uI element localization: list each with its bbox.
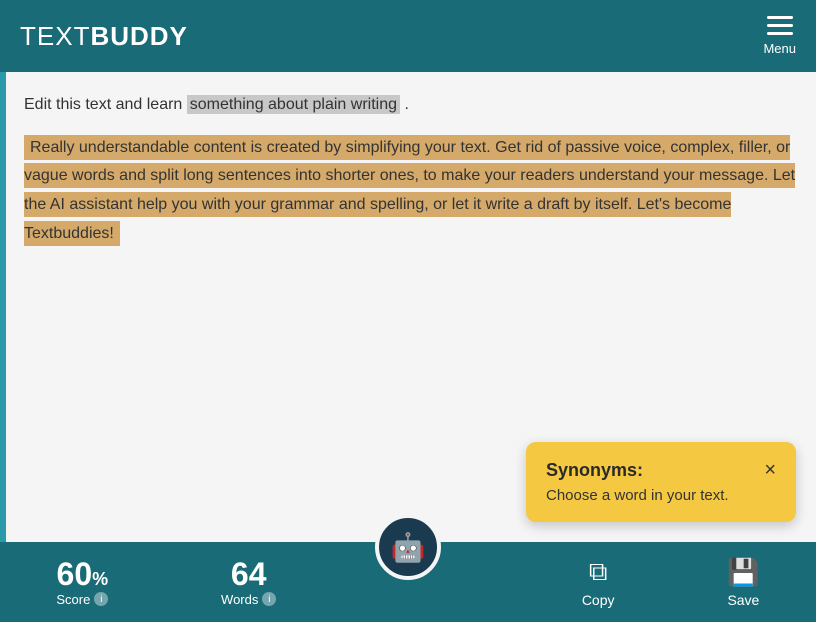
- words-value: 64: [231, 558, 267, 590]
- menu-label: Menu: [763, 41, 796, 56]
- logo-buddy-part: BUDDY: [90, 21, 187, 51]
- save-button[interactable]: 💾 Save: [727, 557, 759, 608]
- synonyms-header: Synonyms: ×: [546, 460, 776, 481]
- robot-button[interactable]: 🤖: [375, 514, 441, 580]
- app-header: TEXTBUDDY Menu: [0, 0, 816, 72]
- copy-icon: ⧉: [589, 556, 608, 588]
- score-stat: 60% Score i: [56, 558, 108, 607]
- score-info-icon[interactable]: i: [94, 592, 108, 606]
- line1-highlight: something about plain writing: [187, 95, 400, 114]
- save-icon: 💾: [727, 557, 759, 588]
- words-label: Words i: [221, 592, 276, 607]
- editor-line-1: Edit this text and learn something about…: [24, 92, 796, 118]
- words-stat: 64 Words i: [221, 558, 276, 607]
- line1-before: Edit this text and learn: [24, 96, 187, 113]
- score-label: Score i: [56, 592, 108, 607]
- main-content: Edit this text and learn something about…: [0, 72, 816, 542]
- synonyms-close-button[interactable]: ×: [764, 460, 776, 480]
- editor-paragraph: Really understandable content is created…: [24, 134, 796, 249]
- app-logo: TEXTBUDDY: [20, 21, 188, 52]
- robot-icon: 🤖: [391, 531, 426, 564]
- bottom-bar: 60% Score i 64 Words i 🤖 ⧉ Copy 💾 Save: [0, 542, 816, 622]
- menu-button[interactable]: Menu: [763, 16, 796, 56]
- save-label: Save: [727, 592, 759, 608]
- hamburger-icon: [767, 16, 793, 35]
- score-value: 60%: [57, 558, 109, 590]
- synonyms-title: Synonyms:: [546, 460, 643, 481]
- editor-text: Edit this text and learn something about…: [24, 92, 796, 249]
- synonyms-popup: Synonyms: × Choose a word in your text.: [526, 442, 796, 522]
- logo-text-part: TEXT: [20, 21, 90, 51]
- synonyms-body: Choose a word in your text.: [546, 487, 776, 504]
- copy-label: Copy: [582, 592, 615, 608]
- words-info-icon[interactable]: i: [262, 592, 276, 606]
- editor-paragraph-text: Really understandable content is created…: [24, 135, 795, 246]
- line1-after: .: [400, 96, 409, 113]
- copy-button[interactable]: ⧉ Copy: [582, 556, 615, 608]
